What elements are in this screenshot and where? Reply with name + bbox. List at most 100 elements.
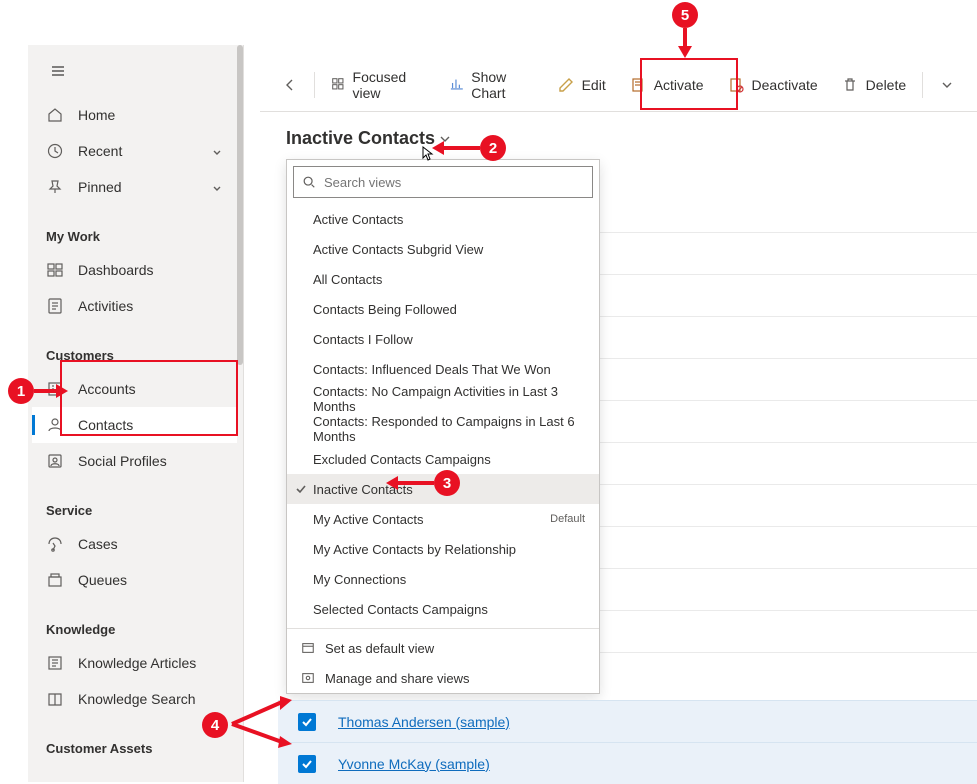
- delete-icon: [842, 77, 858, 93]
- record-link[interactable]: Thomas Andersen (sample): [338, 714, 510, 730]
- view-option[interactable]: Active Contacts Subgrid View: [287, 234, 599, 264]
- view-option-label: My Connections: [313, 572, 406, 587]
- edit-icon: [558, 77, 574, 93]
- activities-icon: [46, 297, 64, 315]
- record-row[interactable]: Yvonne McKay (sample): [278, 742, 977, 784]
- home-icon: [46, 106, 64, 124]
- hamburger-menu-button[interactable]: [38, 51, 78, 91]
- record-grid: Thomas Andersen (sample) Yvonne McKay (s…: [278, 700, 977, 784]
- cases-icon: [46, 535, 64, 553]
- view-option[interactable]: My Active Contacts Default: [287, 504, 599, 534]
- view-option[interactable]: My Connections: [287, 564, 599, 594]
- action-label: Manage and share views: [325, 671, 470, 686]
- set-default-view-action[interactable]: Set as default view: [287, 633, 599, 663]
- knowledgearticles-icon: [46, 654, 64, 672]
- callout-badge-5: 5: [672, 2, 698, 28]
- view-selector[interactable]: Inactive Contacts: [278, 128, 977, 155]
- view-option-label: Contacts: Responded to Campaigns in Last…: [313, 414, 585, 444]
- sidebar-item-label: Recent: [78, 143, 211, 159]
- sidebar-item-label: Knowledge Articles: [78, 655, 223, 671]
- section-header-service: Service: [28, 479, 243, 526]
- sidebar-item-label: Contacts: [78, 417, 223, 433]
- socialprofiles-icon: [46, 452, 64, 470]
- callout-badge-3: 3: [434, 470, 460, 496]
- deactivate-button[interactable]: Deactivate: [718, 67, 828, 103]
- sidebar-item-socialprofiles[interactable]: Social Profiles: [32, 443, 237, 479]
- sidebar-item-knowledgesearch[interactable]: Knowledge Search: [32, 681, 237, 717]
- record-link[interactable]: Yvonne McKay (sample): [338, 756, 490, 772]
- sidebar-item-activities[interactable]: Activities: [32, 288, 237, 324]
- default-badge: Default: [550, 513, 585, 525]
- activate-button[interactable]: Activate: [620, 67, 714, 103]
- sidebar-item-cases[interactable]: Cases: [32, 526, 237, 562]
- row-checkbox[interactable]: [298, 713, 316, 731]
- record-row[interactable]: Thomas Andersen (sample): [278, 700, 977, 742]
- view-option[interactable]: Selected Contacts Campaigns: [287, 594, 599, 624]
- command-bar: Focused view Show Chart Edit Activate De…: [260, 58, 977, 112]
- section-header-mywork: My Work: [28, 205, 243, 252]
- dropdown-divider: [287, 628, 599, 629]
- sidebar-item-label: Social Profiles: [78, 453, 223, 469]
- view-option[interactable]: Contacts: Influenced Deals That We Won: [287, 354, 599, 384]
- action-label: Set as default view: [325, 641, 434, 656]
- view-option[interactable]: All Contacts: [287, 264, 599, 294]
- view-option-label: Selected Contacts Campaigns: [313, 602, 488, 617]
- view-option[interactable]: Active Contacts: [287, 204, 599, 234]
- view-search-input[interactable]: [324, 175, 584, 190]
- view-option[interactable]: My Active Contacts by Relationship: [287, 534, 599, 564]
- view-search-box[interactable]: [293, 166, 593, 198]
- sidebar-scrollbar[interactable]: [237, 45, 243, 365]
- sidebar-item-home[interactable]: Home: [32, 97, 237, 133]
- chevron-down-icon: [939, 77, 955, 93]
- manage-views-action[interactable]: Manage and share views: [287, 663, 599, 693]
- view-option[interactable]: Contacts I Follow: [287, 324, 599, 354]
- divider: [922, 72, 923, 98]
- sidebar-item-label: Dashboards: [78, 262, 223, 278]
- overflow-menu-button[interactable]: [929, 67, 965, 103]
- check-icon: [295, 483, 307, 495]
- toolbar-label: Show Chart: [471, 69, 533, 101]
- toolbar-label: Activate: [654, 77, 704, 93]
- pin-icon: [46, 178, 64, 196]
- view-option-label: Active Contacts: [313, 212, 403, 227]
- view-option-label: Excluded Contacts Campaigns: [313, 452, 491, 467]
- back-button[interactable]: [272, 67, 308, 103]
- view-option-label: Contacts I Follow: [313, 332, 413, 347]
- callout-arrowhead-icon: [678, 46, 692, 58]
- check-icon: [301, 716, 313, 728]
- sidebar: Home Recent Pinned My Work Dashboards Ac…: [28, 45, 244, 782]
- main-content: Inactive Contacts Active Contacts Active…: [278, 128, 977, 782]
- view-option[interactable]: Contacts: Responded to Campaigns in Last…: [287, 414, 599, 444]
- sidebar-item-accounts[interactable]: Accounts: [32, 371, 237, 407]
- view-option-label: Active Contacts Subgrid View: [313, 242, 483, 257]
- focusedview-icon: [331, 77, 345, 93]
- sidebar-item-queues[interactable]: Queues: [32, 562, 237, 598]
- edit-button[interactable]: Edit: [548, 67, 616, 103]
- section-header-knowledge: Knowledge: [28, 598, 243, 645]
- sidebar-item-contacts[interactable]: Contacts: [32, 407, 237, 443]
- toolbar-label: Edit: [582, 77, 606, 93]
- showchart-button[interactable]: Show Chart: [440, 67, 544, 103]
- divider: [314, 72, 315, 98]
- queues-icon: [46, 571, 64, 589]
- sidebar-item-dashboards[interactable]: Dashboards: [32, 252, 237, 288]
- view-option-label: My Active Contacts: [313, 512, 424, 527]
- sidebar-item-knowledgearticles[interactable]: Knowledge Articles: [32, 645, 237, 681]
- manage-icon: [301, 671, 315, 685]
- delete-button[interactable]: Delete: [832, 67, 916, 103]
- accounts-icon: [46, 380, 64, 398]
- sidebar-item-recent[interactable]: Recent: [32, 133, 237, 169]
- sidebar-item-label: Queues: [78, 572, 223, 588]
- focusedview-button[interactable]: Focused view: [321, 67, 436, 103]
- search-icon: [302, 175, 316, 189]
- knowledgesearch-icon: [46, 690, 64, 708]
- chevron-down-icon: [437, 131, 453, 147]
- chevron-down-icon: [211, 145, 223, 157]
- hamburger-icon: [50, 63, 66, 79]
- row-checkbox[interactable]: [298, 755, 316, 773]
- view-option-label: Contacts Being Followed: [313, 302, 457, 317]
- sidebar-item-pinned[interactable]: Pinned: [32, 169, 237, 205]
- section-header-customers: Customers: [28, 324, 243, 371]
- view-option[interactable]: Contacts: No Campaign Activities in Last…: [287, 384, 599, 414]
- view-option[interactable]: Contacts Being Followed: [287, 294, 599, 324]
